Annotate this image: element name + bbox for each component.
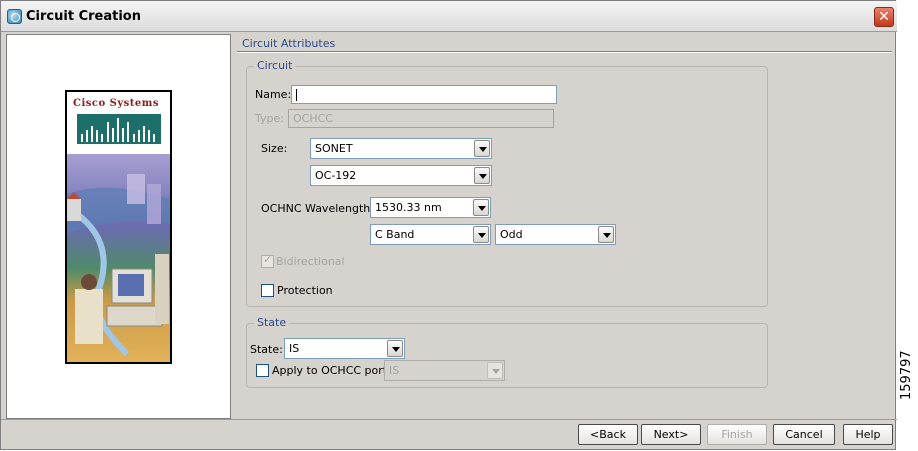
- name-label: Name:: [255, 88, 292, 101]
- help-button[interactable]: Help: [843, 424, 893, 445]
- type-field: OCHCC: [288, 109, 554, 128]
- rate-select[interactable]: OC-192: [310, 165, 492, 186]
- cisco-brand-image: Cisco Systems: [65, 90, 172, 364]
- name-field[interactable]: [291, 85, 557, 104]
- wavelength-select[interactable]: 1530.33 nm: [370, 197, 491, 218]
- chevron-down-icon[interactable]: [474, 140, 490, 157]
- title-bar: Circuit Creation ✕: [1, 1, 897, 32]
- back-button[interactable]: <Back: [578, 424, 638, 445]
- circuit-attributes-panel: Circuit Attributes Circuit Name: Type: O…: [234, 34, 896, 419]
- chevron-down-icon[interactable]: [387, 340, 403, 357]
- chevron-down-icon[interactable]: [473, 199, 489, 216]
- chevron-down-icon[interactable]: [473, 226, 489, 243]
- section-header: Circuit Attributes: [242, 37, 336, 50]
- protection-checkbox[interactable]: [261, 284, 274, 297]
- circuit-creation-window: Circuit Creation ✕ Cisco Systems Circuit…: [0, 0, 897, 451]
- window-title: Circuit Creation: [26, 9, 141, 24]
- state-select[interactable]: IS: [284, 338, 405, 359]
- state-group-title: State: [254, 316, 290, 329]
- chevron-down-icon: [487, 362, 503, 379]
- circuit-group-title: Circuit: [254, 59, 296, 72]
- type-label: Type:: [255, 112, 284, 125]
- header-divider: [237, 51, 892, 52]
- apply-to-ports-label: Apply to OCHCC ports: [272, 364, 393, 377]
- figure-id: 159797: [899, 350, 914, 400]
- cisco-logo-text: Cisco Systems: [73, 98, 159, 109]
- app-icon: [7, 9, 22, 24]
- apply-state-select: IS: [384, 360, 505, 381]
- finish-button: Finish: [707, 424, 767, 445]
- cancel-button[interactable]: Cancel: [773, 424, 835, 445]
- close-icon: ✕: [878, 9, 890, 25]
- bidirectional-label: Bidirectional: [276, 255, 345, 268]
- size-label: Size:: [261, 142, 288, 155]
- state-label: State:: [250, 343, 283, 356]
- apply-to-ports-checkbox[interactable]: [256, 364, 269, 377]
- text-cursor: [296, 89, 297, 101]
- size-select[interactable]: SONET: [310, 138, 492, 159]
- cisco-bridge-icon: [77, 114, 161, 144]
- protection-label: Protection: [277, 284, 333, 297]
- wavelength-label: OCHNC Wavelength:: [261, 202, 374, 215]
- cisco-logo: Cisco Systems: [67, 92, 170, 154]
- wizard-button-bar: <Back Next> Finish Cancel Help: [1, 419, 897, 451]
- band-select[interactable]: C Band: [370, 224, 491, 245]
- parity-select[interactable]: Odd: [495, 224, 616, 245]
- chevron-down-icon[interactable]: [598, 226, 614, 243]
- network-illustration: [67, 154, 170, 362]
- bidirectional-checkbox: [261, 253, 274, 268]
- close-button[interactable]: ✕: [874, 7, 894, 27]
- chevron-down-icon[interactable]: [474, 167, 490, 184]
- next-button[interactable]: Next>: [641, 424, 701, 445]
- wizard-image-panel: Cisco Systems: [6, 34, 231, 419]
